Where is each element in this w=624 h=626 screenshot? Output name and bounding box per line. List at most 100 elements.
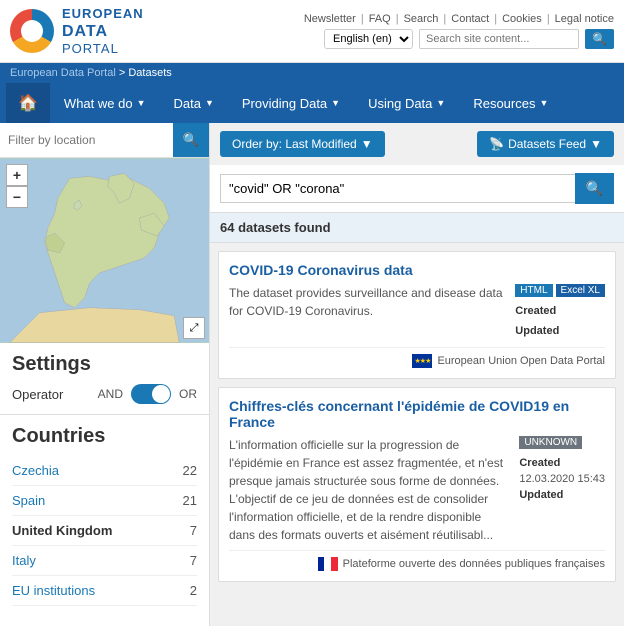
dataset-meta: UNKNOWN Created 12.03.2020 15:43 Updated bbox=[519, 436, 605, 544]
nav-home-button[interactable]: 🏠 bbox=[6, 83, 50, 123]
top-bar: EUROPEAN DATA PORTAL Newsletter | FAQ | … bbox=[0, 0, 624, 63]
country-count: 7 bbox=[190, 553, 197, 568]
faq-link[interactable]: FAQ bbox=[369, 13, 391, 25]
operator-toggle[interactable] bbox=[131, 384, 171, 404]
html-badge: HTML bbox=[515, 284, 552, 297]
source-label: European Union Open Data Portal bbox=[437, 355, 605, 367]
top-links: Newsletter | FAQ | Search | Contact | Co… bbox=[304, 13, 614, 25]
chevron-down-icon: ▼ bbox=[539, 98, 548, 108]
dataset-body: The dataset provides surveillance and di… bbox=[229, 284, 605, 341]
breadcrumb-portal-link[interactable]: European Data Portal bbox=[10, 67, 116, 79]
card-footer-1: ★★★ European Union Open Data Portal bbox=[229, 347, 605, 368]
filter-location-button[interactable]: 🔍 bbox=[173, 123, 209, 157]
filter-location-input[interactable] bbox=[0, 123, 173, 157]
fr-flag-icon bbox=[318, 557, 338, 571]
main-search-button[interactable]: 🔍 bbox=[575, 173, 614, 204]
map-container: + − ⤢ bbox=[0, 158, 209, 343]
dataset-title[interactable]: COVID-19 Coronavirus data bbox=[229, 262, 605, 278]
rss-icon: 📡 bbox=[489, 137, 504, 151]
operator-label: Operator bbox=[12, 387, 90, 402]
search-bar: 🔍 bbox=[210, 165, 624, 213]
dataset-card-1: COVID-19 Coronavirus data The dataset pr… bbox=[218, 251, 616, 379]
settings-section: Settings Operator AND OR bbox=[0, 343, 209, 415]
map-svg bbox=[0, 158, 209, 343]
or-label: OR bbox=[179, 387, 197, 401]
content-area: Order by: Last Modified ▼ 📡 Datasets Fee… bbox=[210, 123, 624, 626]
country-count: 7 bbox=[190, 523, 197, 538]
created-label: Created bbox=[519, 457, 560, 469]
logo-line3: PORTAL bbox=[62, 41, 144, 57]
created-value: 12.03.2020 15:43 bbox=[519, 473, 605, 485]
country-name: Czechia bbox=[12, 463, 59, 478]
excel-badge: Excel XL bbox=[556, 284, 605, 297]
nav-resources[interactable]: Resources ▼ bbox=[459, 86, 562, 121]
nav-data[interactable]: Data ▼ bbox=[160, 86, 228, 121]
chevron-down-icon: ▼ bbox=[205, 98, 214, 108]
cookies-link[interactable]: Cookies bbox=[502, 13, 542, 25]
breadcrumb: European Data Portal > Datasets bbox=[0, 63, 624, 83]
country-count: 2 bbox=[190, 583, 197, 598]
card-footer-2: Plateforme ouverte des données publiques… bbox=[229, 550, 605, 571]
chevron-down-icon: ▼ bbox=[361, 137, 373, 151]
logo-area: EUROPEAN DATA PORTAL bbox=[10, 6, 144, 56]
logo-icon bbox=[10, 9, 54, 53]
badge-row: HTML Excel XL bbox=[515, 284, 605, 297]
operator-row: Operator AND OR bbox=[12, 384, 197, 404]
map-zoom-in-button[interactable]: + bbox=[6, 164, 28, 186]
search-link[interactable]: Search bbox=[404, 13, 439, 25]
country-united-kingdom[interactable]: United Kingdom 7 bbox=[12, 516, 197, 546]
country-czechia[interactable]: Czechia 22 bbox=[12, 456, 197, 486]
created-label: Created bbox=[515, 305, 556, 317]
toggle-knob bbox=[152, 385, 170, 403]
results-count: 64 datasets found bbox=[210, 213, 624, 243]
newsletter-link[interactable]: Newsletter bbox=[304, 13, 356, 25]
logo-line1: EUROPEAN bbox=[62, 6, 144, 22]
logo-line2: DATA bbox=[62, 22, 144, 41]
dataset-body: L'information officielle sur la progress… bbox=[229, 436, 605, 544]
nav-using-data[interactable]: Using Data ▼ bbox=[354, 86, 459, 121]
sidebar: 🔍 + bbox=[0, 123, 210, 626]
country-italy[interactable]: Italy 7 bbox=[12, 546, 197, 576]
nav-providing-data[interactable]: Providing Data ▼ bbox=[228, 86, 354, 121]
badge-row: UNKNOWN bbox=[519, 436, 582, 449]
dataset-meta: HTML Excel XL Created Updated bbox=[515, 284, 605, 341]
and-label: AND bbox=[98, 387, 123, 401]
main-search-input[interactable] bbox=[220, 174, 575, 203]
updated-label: Updated bbox=[519, 489, 563, 501]
chevron-down-icon: ▼ bbox=[137, 98, 146, 108]
source-label: Plateforme ouverte des données publiques… bbox=[343, 558, 605, 570]
breadcrumb-current: Datasets bbox=[128, 67, 171, 79]
site-search-input[interactable] bbox=[419, 29, 579, 49]
top-search-row: English (en) 🔍 bbox=[324, 29, 614, 49]
country-count: 21 bbox=[183, 493, 197, 508]
main-nav: 🏠 What we do ▼ Data ▼ Providing Data ▼ U… bbox=[0, 83, 624, 123]
country-eu-institutions[interactable]: EU institutions 2 bbox=[12, 576, 197, 606]
dataset-card-2: Chiffres-clés concernant l'épidémie de C… bbox=[218, 387, 616, 582]
map-expand-button[interactable]: ⤢ bbox=[183, 317, 205, 339]
country-spain[interactable]: Spain 21 bbox=[12, 486, 197, 516]
map-zoom-out-button[interactable]: − bbox=[6, 186, 28, 208]
updated-label: Updated bbox=[515, 325, 559, 337]
datasets-feed-button[interactable]: 📡 Datasets Feed ▼ bbox=[477, 131, 614, 157]
filter-location-area: 🔍 bbox=[0, 123, 209, 158]
logo-text: EUROPEAN DATA PORTAL bbox=[62, 6, 144, 56]
country-count: 22 bbox=[183, 463, 197, 478]
order-bar: Order by: Last Modified ▼ 📡 Datasets Fee… bbox=[210, 123, 624, 165]
country-name: Spain bbox=[12, 493, 45, 508]
language-select[interactable]: English (en) bbox=[324, 29, 413, 49]
contact-link[interactable]: Contact bbox=[451, 13, 489, 25]
settings-title: Settings bbox=[12, 353, 197, 376]
country-name: United Kingdom bbox=[12, 523, 112, 538]
site-search-button[interactable]: 🔍 bbox=[585, 29, 614, 49]
countries-section: Countries Czechia 22 Spain 21 United Kin… bbox=[0, 415, 209, 616]
order-by-button[interactable]: Order by: Last Modified ▼ bbox=[220, 131, 385, 157]
legal-notice-link[interactable]: Legal notice bbox=[555, 13, 614, 25]
chevron-down-icon: ▼ bbox=[331, 98, 340, 108]
top-right: Newsletter | FAQ | Search | Contact | Co… bbox=[304, 13, 614, 49]
countries-title: Countries bbox=[12, 425, 197, 448]
nav-what-we-do[interactable]: What we do ▼ bbox=[50, 86, 160, 121]
map-controls: + − bbox=[6, 164, 28, 208]
main-layout: 🔍 + bbox=[0, 123, 624, 626]
dataset-title[interactable]: Chiffres-clés concernant l'épidémie de C… bbox=[229, 398, 605, 430]
country-name: EU institutions bbox=[12, 583, 95, 598]
